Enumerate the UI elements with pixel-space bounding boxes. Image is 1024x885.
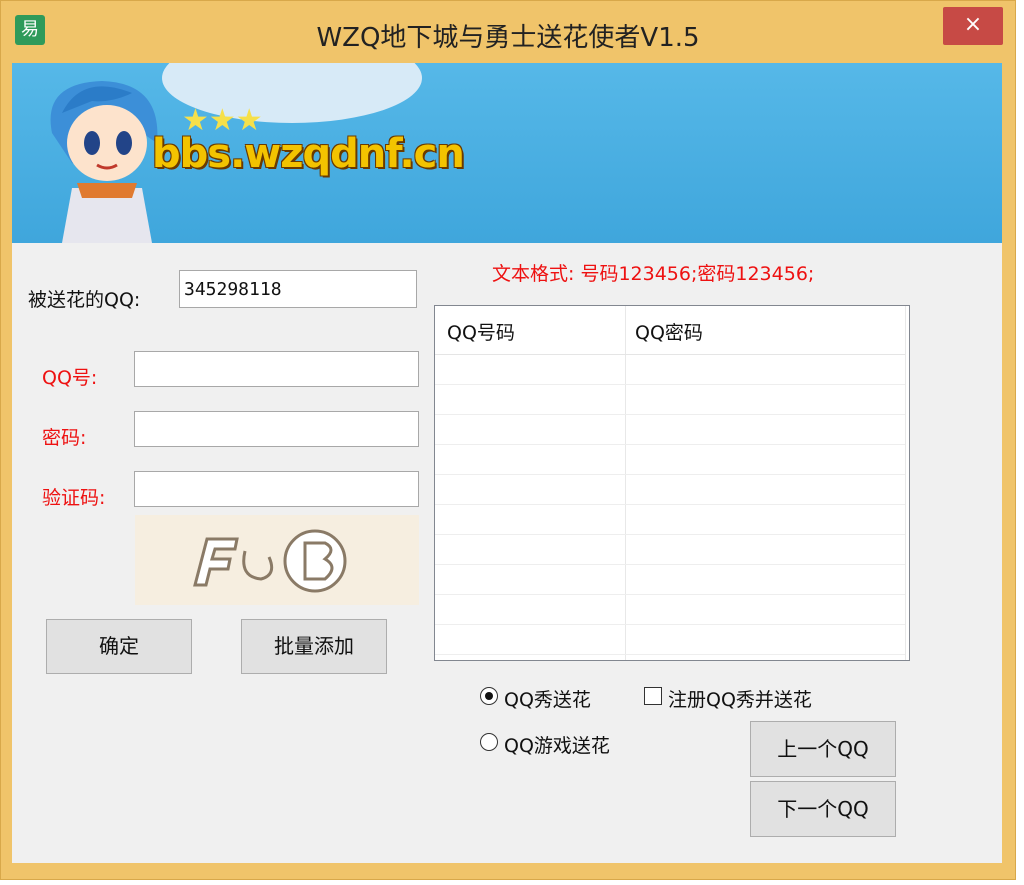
format-hint: 文本格式: 号码123456;密码123456;	[492, 263, 815, 285]
table-row	[435, 564, 905, 565]
captcha-label: 验证码:	[42, 487, 106, 509]
column-header-qq-password[interactable]: QQ密码	[635, 318, 703, 345]
qqgame-label[interactable]: QQ游戏送花	[504, 731, 610, 758]
qqshow-label[interactable]: QQ秀送花	[504, 685, 591, 712]
window-title: WZQ地下城与勇士送花使者V1.5	[316, 23, 700, 53]
captcha-input[interactable]	[134, 471, 419, 507]
recipient-qq-input[interactable]	[179, 270, 417, 308]
account-list-table[interactable]: QQ号码 QQ密码	[434, 305, 910, 661]
qqgame-radio[interactable]	[480, 733, 498, 751]
table-row	[435, 444, 905, 445]
password-label: 密码:	[42, 427, 87, 449]
qq-label: QQ号:	[42, 367, 98, 389]
banner-site-text: bbs.wzqdnf.cn	[152, 131, 465, 177]
table-row	[435, 534, 905, 535]
prev-qq-button[interactable]: 上一个QQ	[750, 721, 896, 777]
register-checkbox[interactable]	[644, 687, 662, 705]
table-row	[435, 654, 905, 655]
table-row	[435, 414, 905, 415]
recipient-label: 被送花的QQ:	[28, 289, 141, 311]
table-header: QQ号码 QQ密码	[435, 306, 905, 355]
title-bar: 易 WZQ地下城与勇士送花使者V1.5 ×	[1, 1, 1015, 63]
table-row	[435, 474, 905, 475]
register-label[interactable]: 注册QQ秀并送花	[668, 685, 812, 712]
table-row	[435, 384, 905, 385]
table-row	[435, 624, 905, 625]
column-header-qq-number[interactable]: QQ号码	[447, 318, 515, 345]
table-row	[435, 504, 905, 505]
app-window: 易 WZQ地下城与勇士送花使者V1.5 × ★★★ bbs.wzqdnf.cn …	[0, 0, 1016, 880]
batch-add-button[interactable]: 批量添加	[241, 619, 387, 674]
password-input[interactable]	[134, 411, 419, 447]
banner-image: ★★★ bbs.wzqdnf.cn	[12, 63, 1002, 243]
confirm-button[interactable]: 确定	[46, 619, 192, 674]
column-divider	[905, 306, 906, 660]
table-row	[435, 594, 905, 595]
qqshow-radio[interactable]	[480, 687, 498, 705]
client-area: ★★★ bbs.wzqdnf.cn 被送花的QQ: QQ号: 密码: 验证码: …	[12, 63, 1002, 863]
captcha-image[interactable]	[135, 515, 419, 605]
column-divider	[625, 306, 626, 660]
qq-number-input[interactable]	[134, 351, 419, 387]
close-button[interactable]: ×	[943, 7, 1003, 45]
captcha-glyphs-icon	[193, 529, 347, 593]
next-qq-button[interactable]: 下一个QQ	[750, 781, 896, 837]
